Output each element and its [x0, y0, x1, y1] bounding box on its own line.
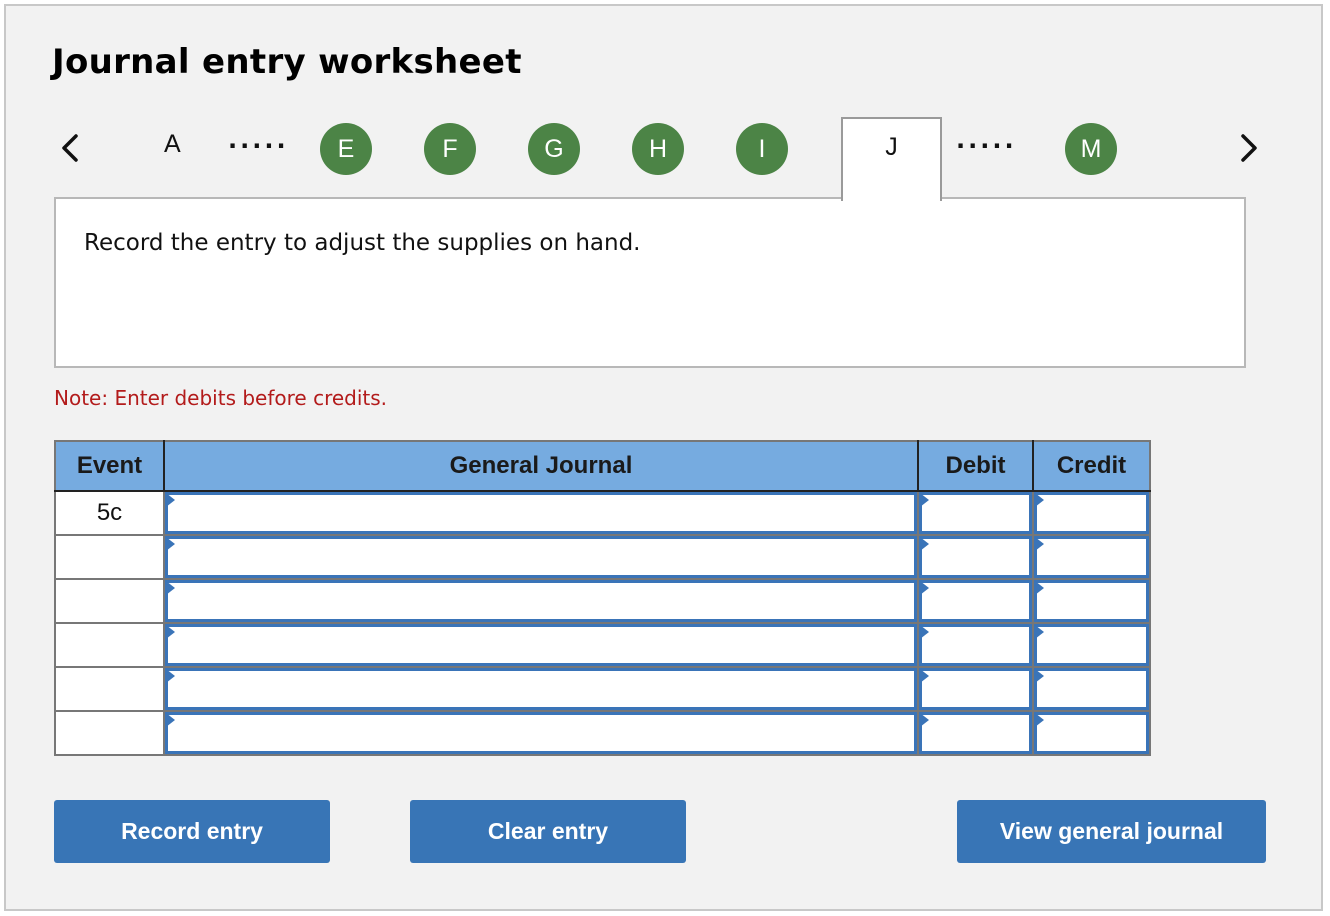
chevron-left-icon: [62, 134, 78, 162]
step-tab-j-active[interactable]: J: [841, 117, 942, 201]
account-input[interactable]: [165, 712, 917, 754]
credit-cell: [1032, 578, 1151, 624]
step-ellipsis-right: .....: [956, 126, 1017, 154]
account-input[interactable]: [165, 580, 917, 622]
column-header-credit: Credit: [1032, 441, 1150, 492]
debit-cell: [917, 534, 1034, 580]
page-title: Journal entry worksheet: [52, 42, 522, 82]
step-tab-j-label: J: [885, 133, 898, 161]
credit-input[interactable]: [1034, 668, 1149, 710]
clear-entry-button[interactable]: Clear entry: [410, 800, 686, 863]
column-header-debit: Debit: [917, 441, 1034, 492]
account-input[interactable]: [165, 624, 917, 666]
table-row: 5c: [55, 490, 1151, 536]
debit-input[interactable]: [919, 624, 1032, 666]
account-cell: [163, 666, 919, 712]
event-cell: [55, 534, 165, 580]
step-tab-h[interactable]: H: [632, 123, 684, 175]
table-row: [55, 578, 1151, 624]
debit-cell: [917, 666, 1034, 712]
next-step-button[interactable]: [1234, 128, 1264, 168]
debit-cell: [917, 710, 1034, 756]
debit-input[interactable]: [919, 492, 1032, 534]
record-entry-button[interactable]: Record entry: [54, 800, 330, 863]
account-cell: [163, 710, 919, 756]
instruction-text: Record the entry to adjust the supplies …: [84, 230, 641, 256]
debit-input[interactable]: [919, 668, 1032, 710]
account-input[interactable]: [165, 536, 917, 578]
note-text: Note: Enter debits before credits.: [54, 386, 388, 410]
table-row: [55, 710, 1151, 756]
table-row: [55, 534, 1151, 580]
account-cell: [163, 490, 919, 536]
account-cell: [163, 534, 919, 580]
event-cell: [55, 710, 165, 756]
credit-cell: [1032, 666, 1151, 712]
step-tab-e[interactable]: E: [320, 123, 372, 175]
step-tab-g[interactable]: G: [528, 123, 580, 175]
credit-cell: [1032, 490, 1151, 536]
account-input[interactable]: [165, 668, 917, 710]
table-row: [55, 622, 1151, 668]
credit-input[interactable]: [1034, 492, 1149, 534]
step-tab-i[interactable]: I: [736, 123, 788, 175]
view-general-journal-button[interactable]: View general journal: [957, 800, 1266, 863]
account-input[interactable]: [165, 492, 917, 534]
previous-step-button[interactable]: [55, 128, 85, 168]
event-cell: 5c: [55, 490, 165, 536]
debit-cell: [917, 622, 1034, 668]
step-ellipsis-left: .....: [228, 126, 289, 154]
event-cell: [55, 666, 165, 712]
step-tab-m[interactable]: M: [1065, 123, 1117, 175]
table-row: [55, 666, 1151, 712]
credit-cell: [1032, 622, 1151, 668]
credit-input[interactable]: [1034, 712, 1149, 754]
chevron-right-icon: [1241, 134, 1257, 162]
event-cell: [55, 578, 165, 624]
instruction-box: Record the entry to adjust the supplies …: [54, 197, 1246, 368]
account-cell: [163, 622, 919, 668]
debit-cell: [917, 578, 1034, 624]
journal-entry-table: Event General Journal Debit Credit 5c: [54, 440, 1151, 756]
column-header-event: Event: [55, 441, 165, 492]
credit-input[interactable]: [1034, 580, 1149, 622]
step-tab-a[interactable]: A: [164, 130, 181, 159]
credit-cell: [1032, 534, 1151, 580]
event-cell: [55, 622, 165, 668]
column-header-general-journal: General Journal: [163, 441, 919, 492]
debit-input[interactable]: [919, 712, 1032, 754]
credit-input[interactable]: [1034, 536, 1149, 578]
table-header-row: Event General Journal Debit Credit: [55, 441, 1150, 492]
account-cell: [163, 578, 919, 624]
debit-cell: [917, 490, 1034, 536]
credit-input[interactable]: [1034, 624, 1149, 666]
debit-input[interactable]: [919, 580, 1032, 622]
debit-input[interactable]: [919, 536, 1032, 578]
step-tab-f[interactable]: F: [424, 123, 476, 175]
credit-cell: [1032, 710, 1151, 756]
